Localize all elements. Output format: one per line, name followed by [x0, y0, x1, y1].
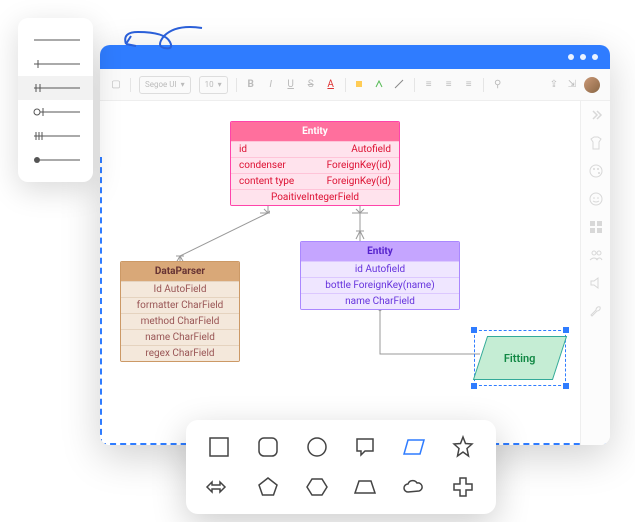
- shape-circle[interactable]: [302, 432, 332, 462]
- shirt-icon[interactable]: [588, 135, 604, 151]
- line-color-button[interactable]: [394, 79, 406, 91]
- shape-hexagon[interactable]: [302, 472, 332, 502]
- line-style-hollow-dot[interactable]: [30, 100, 81, 124]
- line-style-triple-tick[interactable]: [30, 124, 81, 148]
- shape-picker-tray: [186, 420, 496, 514]
- bold-button[interactable]: B: [245, 79, 257, 91]
- italic-button[interactable]: I: [265, 79, 277, 91]
- resize-handle-nw[interactable]: [471, 327, 477, 333]
- line-style-none[interactable]: [30, 28, 81, 52]
- fitting-node[interactable]: Fitting: [480, 336, 560, 380]
- shape-rounded-square[interactable]: [253, 432, 283, 462]
- shape-trapezoid[interactable]: [350, 472, 380, 502]
- shape-plus[interactable]: [448, 472, 478, 502]
- speaker-icon[interactable]: [588, 275, 604, 291]
- resize-handle-se[interactable]: [563, 383, 569, 389]
- entity-table-pink[interactable]: Entity idAutofield condenserForeignKey(i…: [230, 121, 400, 206]
- formatting-toolbar: ▢ Segoe UI▾ 10▾ B I U S A ≡ ≡ ≡ ⚲ ⇪ ⇲: [100, 69, 610, 101]
- resize-handle-ne[interactable]: [563, 327, 569, 333]
- share-icon[interactable]: ⇪: [548, 79, 560, 91]
- entity-table-purple[interactable]: Entity id Autofield bottle ForeignKey(na…: [300, 241, 460, 310]
- fitting-label: Fitting: [504, 352, 536, 365]
- entity-title: Entity: [301, 242, 459, 261]
- window-control-min[interactable]: [568, 54, 574, 60]
- font-family-select[interactable]: Segoe UI▾: [139, 76, 191, 94]
- window-control-max[interactable]: [580, 54, 586, 60]
- right-rail: [580, 101, 610, 445]
- line-style-double-tick[interactable]: [18, 76, 93, 100]
- fill-color-button[interactable]: [354, 79, 366, 91]
- entity-title: Entity: [231, 122, 399, 141]
- shape-square[interactable]: [204, 432, 234, 462]
- wrench-icon[interactable]: [588, 303, 604, 319]
- highlight-button[interactable]: [374, 79, 386, 91]
- align-left-icon[interactable]: ≡: [423, 79, 435, 91]
- people-icon[interactable]: [588, 247, 604, 263]
- doodle-arrow-icon: [120, 18, 210, 53]
- align-top-icon[interactable]: ≡: [463, 79, 475, 91]
- align-center-icon[interactable]: ≡: [443, 79, 455, 91]
- collapse-rail-icon[interactable]: [588, 107, 604, 123]
- grid-icon[interactable]: [588, 219, 604, 235]
- shape-cloud[interactable]: [399, 472, 429, 502]
- resize-handle-sw[interactable]: [471, 383, 477, 389]
- entity-title: DataParser: [121, 262, 239, 281]
- user-avatar[interactable]: [584, 77, 600, 93]
- shape-pentagon[interactable]: [253, 472, 283, 502]
- export-icon[interactable]: ⇲: [566, 79, 578, 91]
- shape-speech[interactable]: [350, 432, 380, 462]
- shape-arrow[interactable]: [204, 472, 234, 502]
- smiley-icon[interactable]: [588, 191, 604, 207]
- line-style-solid-dot[interactable]: [30, 148, 81, 172]
- strike-button[interactable]: S: [305, 79, 317, 91]
- paint-format-icon[interactable]: ▢: [110, 79, 122, 91]
- palette-icon[interactable]: [588, 163, 604, 179]
- entity-table-dataparser[interactable]: DataParser Id AutoField formatter CharFi…: [120, 261, 240, 362]
- font-size-select[interactable]: 10▾: [199, 76, 228, 94]
- text-color-button[interactable]: A: [325, 79, 337, 91]
- line-style-tick[interactable]: [30, 52, 81, 76]
- diagram-canvas[interactable]: Entity idAutofield condenserForeignKey(i…: [100, 101, 610, 445]
- shape-parallelogram[interactable]: [399, 432, 429, 462]
- shape-star[interactable]: [448, 432, 478, 462]
- selection-guide-left: [100, 157, 102, 445]
- window-control-close[interactable]: [592, 54, 598, 60]
- line-style-panel: [18, 18, 93, 182]
- underline-button[interactable]: U: [285, 79, 297, 91]
- link-icon[interactable]: ⚲: [492, 79, 504, 91]
- app-window: ▢ Segoe UI▾ 10▾ B I U S A ≡ ≡ ≡ ⚲ ⇪ ⇲ En…: [100, 45, 610, 445]
